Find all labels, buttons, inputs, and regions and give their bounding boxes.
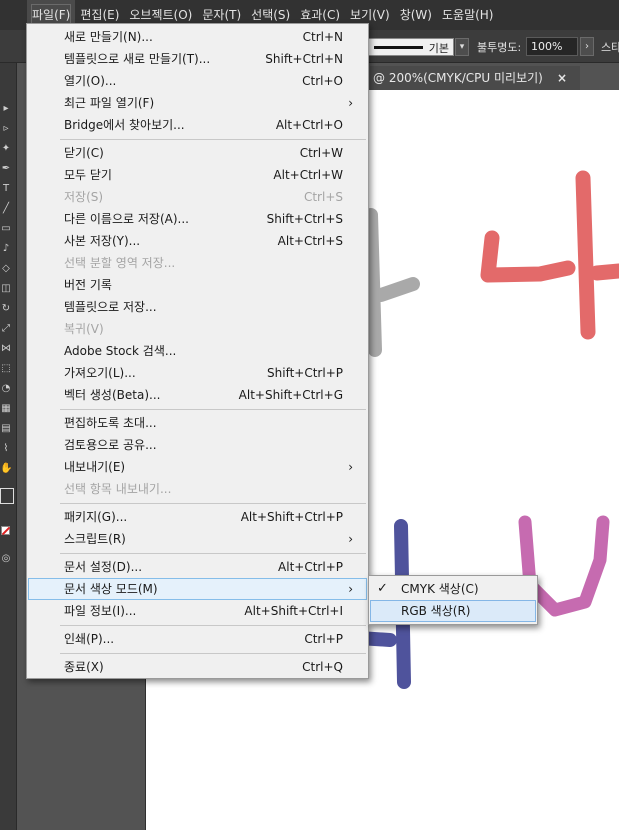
magic-wand-icon[interactable]: ✦ xyxy=(0,143,12,155)
direct-select-tool-icon[interactable]: ▹ xyxy=(0,123,12,135)
menu-separator xyxy=(60,139,366,140)
menu-window[interactable]: 창(W) xyxy=(395,0,437,30)
menu-item-export-selection: 선택 항목 내보내기... xyxy=(64,482,172,496)
menu-item-package[interactable]: 패키지(G)... Alt+Shift+Ctrl+P xyxy=(28,506,367,528)
menu-item-file-info[interactable]: 파일 정보(I)... Alt+Shift+Ctrl+I xyxy=(28,600,367,622)
menu-separator xyxy=(60,553,366,554)
menu-item-place[interactable]: 가져오기(L)... Shift+Ctrl+P xyxy=(28,362,367,384)
menu-item-save-as-template[interactable]: 템플릿으로 저장... xyxy=(28,296,367,318)
scale-tool-icon[interactable]: ⤢ xyxy=(0,323,12,335)
menu-item-open-recent[interactable]: 최근 파일 열기(F) › xyxy=(28,92,367,114)
tools-panel: ▸ ▹ ✦ ✒ T ╱ ▭ ♪ ◇ ◫ ↻ ⤢ ⋈ ⬚ ◔ ▦ ▤ ⌇ ✋ ◎ xyxy=(0,63,17,830)
illustrator-window: 파일(F) 편집(E) 오브젝트(O) 문자(T) 선택(S) 효과(C) 보기… xyxy=(0,0,619,830)
menu-item-generate-vectors[interactable]: 벡터 생성(Beta)... Alt+Shift+Ctrl+G xyxy=(28,384,367,406)
menu-item-scripts[interactable]: 스크립트(R) › xyxy=(28,528,367,550)
stroke-swatch-none[interactable] xyxy=(1,526,10,535)
close-icon[interactable]: × xyxy=(557,66,567,90)
menu-item-browse-in-bridge[interactable]: Bridge에서 찾아보기... Alt+Ctrl+O xyxy=(28,114,367,136)
menu-item-save-selected-slices: 선택 분할 영역 저장... xyxy=(64,256,176,270)
pen-tool-icon[interactable]: ✒ xyxy=(0,163,12,175)
menu-help[interactable]: 도움말(H) xyxy=(437,0,499,30)
draw-mode-icon[interactable]: ◎ xyxy=(0,553,12,565)
rotate-tool-icon[interactable]: ↻ xyxy=(0,303,12,315)
document-tab-title: @ 200%(CMYK/CPU 미리보기) xyxy=(373,71,543,85)
line-tool-icon[interactable]: ╱ xyxy=(0,203,12,215)
free-transform-icon[interactable]: ⬚ xyxy=(0,363,12,375)
chevron-right-icon: › xyxy=(348,532,353,546)
menu-item-search-adobe-stock[interactable]: Adobe Stock 검색... xyxy=(28,340,367,362)
menu-item-version-history[interactable]: 버전 기록 xyxy=(28,274,367,296)
rectangle-tool-icon[interactable]: ▭ xyxy=(0,223,12,235)
brush-stroke-picker[interactable]: 기본 xyxy=(368,38,454,56)
width-tool-icon[interactable]: ⋈ xyxy=(0,343,12,355)
style-label: 스타 xyxy=(601,41,619,54)
selection-tool-icon[interactable]: ▸ xyxy=(0,103,12,115)
menu-item-invite-to-edit[interactable]: 편집하도록 초대... xyxy=(28,412,367,434)
menu-item-revert: 복귀(V) xyxy=(64,322,104,336)
menu-item-save: 저장(S) Ctrl+S xyxy=(64,190,343,204)
perspective-grid-icon[interactable]: ▦ xyxy=(0,403,12,415)
opacity-input[interactable]: 100% xyxy=(526,37,578,56)
menu-separator xyxy=(60,653,366,654)
menu-item-share-for-review[interactable]: 검토용으로 공유... xyxy=(28,434,367,456)
menu-item-document-setup[interactable]: 문서 설정(D)... Alt+Ctrl+P xyxy=(28,556,367,578)
gradient-tool-icon[interactable]: ▤ xyxy=(0,423,12,435)
chevron-right-icon: › xyxy=(348,460,353,474)
type-tool-icon[interactable]: T xyxy=(0,183,12,195)
menu-item-print[interactable]: 인쇄(P)... Ctrl+P xyxy=(28,628,367,650)
shaper-tool-icon[interactable]: ◇ xyxy=(0,263,12,275)
file-menu-dropdown: 새로 만들기(N)... Ctrl+N 템플릿으로 새로 만들기(T)... Shi… xyxy=(26,23,369,679)
chevron-right-icon[interactable]: › xyxy=(580,37,594,56)
color-mode-submenu: ✓ CMYK 색상(C) RGB 색상(R) xyxy=(368,575,538,625)
shape-builder-icon[interactable]: ◔ xyxy=(0,383,12,395)
menu-separator xyxy=(60,625,366,626)
menu-item-exit[interactable]: 종료(X) Ctrl+Q xyxy=(28,656,367,678)
chevron-down-icon[interactable]: ▾ xyxy=(455,38,469,56)
fill-swatch[interactable] xyxy=(0,488,14,504)
menu-item-save-a-copy[interactable]: 사본 저장(Y)... Alt+Ctrl+S xyxy=(28,230,367,252)
menu-item-close[interactable]: 닫기(C) Ctrl+W xyxy=(28,142,367,164)
opacity-label: 불투명도: xyxy=(477,41,522,54)
menu-item-close-all[interactable]: 모두 닫기 Alt+Ctrl+W xyxy=(28,164,367,186)
chevron-right-icon: › xyxy=(348,582,353,596)
document-tab[interactable]: @ 200%(CMYK/CPU 미리보기) × xyxy=(370,66,580,90)
stroke-preview-line xyxy=(374,46,423,49)
brush-tool-icon[interactable]: ♪ xyxy=(0,243,12,255)
menu-separator xyxy=(60,503,366,504)
eyedropper-tool-icon[interactable]: ⌇ xyxy=(0,443,12,455)
menu-item-save-as[interactable]: 다른 이름으로 저장(A)... Shift+Ctrl+S xyxy=(28,208,367,230)
menu-item-open[interactable]: 열기(O)... Ctrl+O xyxy=(28,70,367,92)
menu-item-new-from-template[interactable]: 템플릿으로 새로 만들기(T)... Shift+Ctrl+N xyxy=(28,48,367,70)
chevron-right-icon: › xyxy=(348,96,353,110)
menu-item-export[interactable]: 내보내기(E) › xyxy=(28,456,367,478)
menu-item-new[interactable]: 새로 만들기(N)... Ctrl+N xyxy=(28,26,367,48)
eraser-tool-icon[interactable]: ◫ xyxy=(0,283,12,295)
hand-tool-icon[interactable]: ✋ xyxy=(0,463,12,475)
menu-item-document-color-mode[interactable]: 문서 색상 모드(M) › xyxy=(28,578,367,600)
checkmark-icon: ✓ xyxy=(377,581,388,596)
red-brush-stroke-left[interactable] xyxy=(480,230,576,283)
menu-separator xyxy=(60,409,366,410)
gray-brush-stroke[interactable] xyxy=(364,208,420,357)
submenu-item-rgb[interactable]: RGB 색상(R) xyxy=(370,600,536,622)
stroke-profile-label: 기본 xyxy=(428,42,449,55)
submenu-item-cmyk[interactable]: ✓ CMYK 색상(C) xyxy=(370,578,536,600)
red-brush-stroke-right[interactable] xyxy=(575,170,619,340)
